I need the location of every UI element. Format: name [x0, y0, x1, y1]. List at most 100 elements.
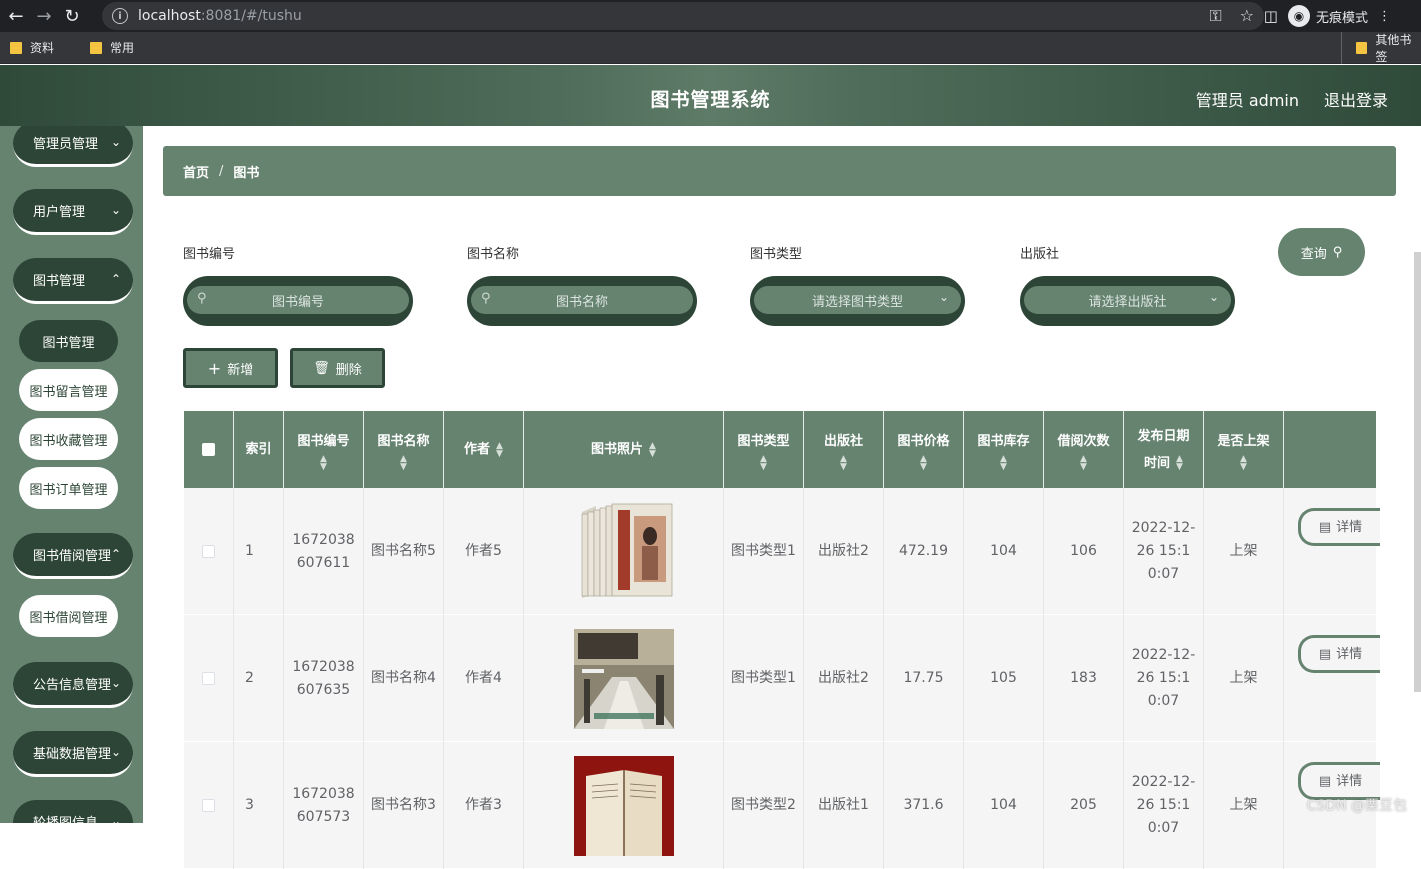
menu-users[interactable]: 用户管理⌄ [13, 189, 133, 235]
book-cover-image[interactable] [574, 756, 674, 856]
back-arrow-icon[interactable]: ← [2, 2, 30, 30]
book-type-select[interactable]: 请选择图书类型⌄ [750, 276, 965, 326]
site-info-icon[interactable]: i [112, 8, 128, 24]
folder-icon [90, 42, 102, 54]
sort-icon[interactable]: ▲▼ [320, 455, 327, 471]
header-name[interactable]: 图书名称▲▼ [364, 411, 444, 488]
header-code[interactable]: 图书编号▲▼ [284, 411, 364, 488]
cell-name: 图书名称4 [364, 615, 444, 742]
sort-icon[interactable]: ▲▼ [1240, 455, 1247, 471]
other-bookmarks[interactable]: 其他书签 [1341, 32, 1421, 64]
menu-base-data[interactable]: 基础数据管理⌄ [13, 731, 133, 777]
publisher-select[interactable]: 请选择出版社⌄ [1020, 276, 1235, 326]
row-checkbox[interactable] [202, 799, 215, 812]
delete-button[interactable]: 🗑 删除 [290, 348, 385, 388]
cell-on-shelf: 上架 [1204, 742, 1284, 869]
submenu-book-favorites[interactable]: 图书收藏管理 [19, 418, 118, 460]
sort-icon[interactable]: ▲▼ [1080, 455, 1087, 471]
incognito-profile[interactable]: ◉ 无痕模式 [1288, 5, 1368, 27]
address-bar[interactable]: i localhost:8081/#/tushu ⚿ ☆ [102, 2, 1264, 30]
sort-icon[interactable]: ▲▼ [496, 442, 503, 458]
folder-icon [10, 42, 22, 54]
row-checkbox[interactable] [202, 545, 215, 558]
sort-icon[interactable]: ▲▼ [840, 455, 847, 471]
menu-label: 图书管理 [33, 270, 85, 289]
forward-arrow-icon[interactable]: → [30, 2, 58, 30]
book-cover-image[interactable] [574, 629, 674, 729]
breadcrumb-home[interactable]: 首页 [183, 162, 209, 181]
header-stock[interactable]: 图书库存▲▼ [964, 411, 1044, 488]
logout-link[interactable]: 退出登录 [1324, 87, 1388, 111]
book-code-input[interactable]: ⚲图书编号 [183, 276, 413, 326]
url-host: localhost [138, 8, 201, 24]
reload-icon[interactable]: ↻ [58, 2, 86, 30]
cell-photo [524, 742, 724, 869]
header-on-shelf[interactable]: 是否上架▲▼ [1204, 411, 1284, 488]
header-publisher[interactable]: 出版社▲▼ [804, 411, 884, 488]
menu-carousel[interactable]: 轮播图信息⌄ [13, 800, 133, 823]
incognito-label: 无痕模式 [1316, 7, 1368, 26]
header-author[interactable]: 作者 ▲▼ [444, 411, 524, 488]
cell-index: 1 [234, 488, 284, 615]
book-name-input[interactable]: ⚲图书名称 [467, 276, 697, 326]
menu-dots-icon[interactable]: ⋮ [1378, 9, 1391, 24]
cell-on-shelf: 上架 [1204, 615, 1284, 742]
bookmark-folder-changyong[interactable]: 常用 [90, 39, 134, 56]
row-checkbox[interactable] [202, 672, 215, 685]
add-button[interactable]: + 新增 [183, 348, 278, 388]
cell-actions: ▤详情 [1284, 615, 1376, 742]
header-label: 作者 [464, 436, 490, 463]
submenu-book-comments[interactable]: 图书留言管理 [19, 369, 118, 411]
incognito-icon: ◉ [1288, 5, 1310, 27]
submenu-book-orders[interactable]: 图书订单管理 [19, 467, 118, 509]
header-type[interactable]: 图书类型▲▼ [724, 411, 804, 488]
header-photo[interactable]: 图书照片 ▲▼ [524, 411, 724, 488]
header-label: 图书照片 [591, 436, 643, 463]
menu-books[interactable]: 图书管理⌃ [13, 258, 133, 304]
chevron-down-icon: ⌄ [111, 814, 121, 823]
bookmark-star-icon[interactable]: ☆ [1240, 6, 1254, 26]
sort-icon[interactable]: ▲▼ [649, 442, 656, 458]
submenu-borrow-manage[interactable]: 图书借阅管理 [19, 595, 118, 637]
sort-icon[interactable]: ▲▼ [920, 455, 927, 471]
chevron-down-icon: ⌄ [111, 745, 121, 759]
sort-icon[interactable]: ▲▼ [760, 455, 767, 471]
book-type-label: 图书类型 [750, 243, 802, 262]
menu-notices[interactable]: 公告信息管理⌄ [13, 662, 133, 708]
cell-publisher: 出版社2 [804, 615, 884, 742]
chevron-up-icon: ⌃ [111, 547, 121, 561]
bookmark-folder-ziliao[interactable]: 资料 [10, 39, 54, 56]
header-price[interactable]: 图书价格▲▼ [884, 411, 964, 488]
detail-button[interactable]: ▤详情 [1298, 635, 1380, 673]
key-icon[interactable]: ⚿ [1209, 6, 1221, 26]
book-type-placeholder: 请选择图书类型 [812, 291, 903, 310]
header-publish-date[interactable]: 发布日期时间▲▼ [1124, 411, 1204, 488]
sort-icon[interactable]: ▲▼ [400, 455, 407, 471]
side-panel-icon[interactable]: ◫ [1264, 7, 1278, 25]
menu-label: 基础数据管理 [33, 743, 111, 762]
cell-on-shelf: 上架 [1204, 488, 1284, 615]
submenu-book-manage[interactable]: 图书管理 [19, 320, 118, 362]
sort-icon[interactable]: ▲▼ [1000, 455, 1007, 471]
row-select-cell [184, 615, 234, 742]
sort-icon[interactable]: ▲▼ [1176, 455, 1183, 471]
cell-publisher: 出版社2 [804, 488, 884, 615]
cell-index: 3 [234, 742, 284, 869]
cell-borrow-count: 106 [1044, 488, 1124, 615]
breadcrumb: 首页 / 图书 [163, 146, 1396, 196]
menu-label: 图书借阅管理 [33, 545, 111, 564]
header-borrow-count[interactable]: 借阅次数▲▼ [1044, 411, 1124, 488]
select-all-checkbox[interactable] [202, 443, 215, 456]
menu-label: 管理员管理 [33, 133, 98, 152]
menu-admin[interactable]: 管理员管理⌄ [13, 126, 133, 167]
page-scrollbar[interactable] [1414, 252, 1421, 692]
book-cover-image[interactable] [574, 502, 674, 602]
document-icon: ▤ [1319, 770, 1331, 793]
detail-button[interactable]: ▤详情 [1298, 508, 1380, 546]
breadcrumb-current: 图书 [233, 162, 259, 181]
cell-index: 2 [234, 615, 284, 742]
cell-price: 17.75 [884, 615, 964, 742]
menu-borrow[interactable]: 图书借阅管理⌃ [13, 533, 133, 579]
cell-type: 图书类型1 [724, 488, 804, 615]
query-button[interactable]: 查询 ⚲ [1278, 228, 1365, 276]
